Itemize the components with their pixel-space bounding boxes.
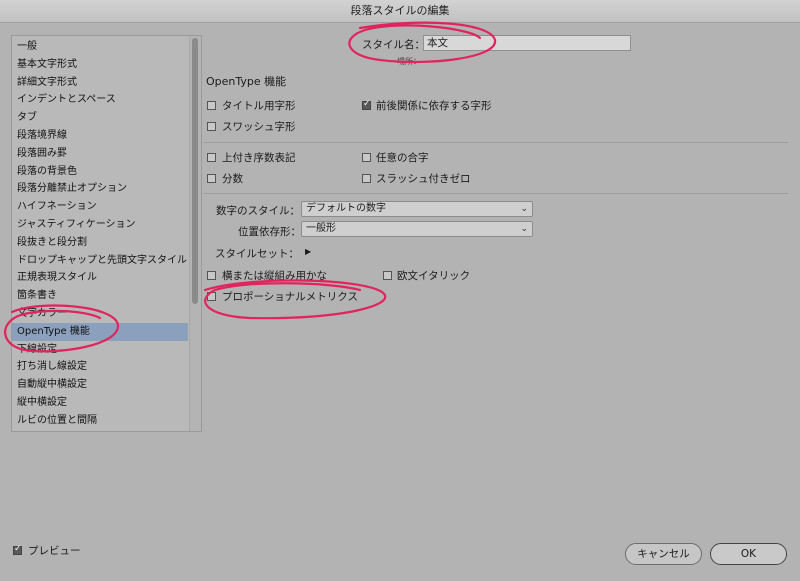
sidebar-item[interactable]: 段抜きと段分割 — [12, 234, 188, 252]
slashed-zero-checkbox[interactable] — [362, 174, 371, 183]
sidebar-item[interactable]: 打ち消し線設定 — [12, 358, 188, 376]
contextual-label: 前後関係に依存する字形 — [376, 100, 492, 112]
divider — [204, 193, 788, 194]
fractions-checkbox[interactable] — [207, 174, 216, 183]
sidebar-item[interactable]: 基本文字形式 — [12, 56, 188, 74]
sidebar-item[interactable]: 縦中横設定 — [12, 394, 188, 412]
ordinal-checkbox[interactable] — [207, 153, 216, 162]
proportional-metrics-label: プロポーショナルメトリクス — [222, 291, 358, 303]
positional-form-value: 一般形 — [306, 223, 336, 234]
titling-checkbox[interactable] — [207, 101, 216, 110]
style-name-field[interactable]: 本文 — [423, 35, 631, 51]
positional-form-select[interactable]: 一般形 ⌄ — [301, 221, 533, 237]
roman-italics-label: 欧文イタリック — [397, 270, 471, 282]
positional-form-label: 位置依存形： — [238, 226, 301, 238]
style-name-label: スタイル名： — [362, 39, 425, 51]
category-list[interactable]: 一般 基本文字形式 詳細文字形式 インデントとスペース タブ 段落境界線 段落囲み罫 段落の背… — [11, 35, 202, 432]
sidebar-scroll-thumb[interactable] — [192, 38, 198, 304]
sidebar-item[interactable]: ルビの位置と間隔 — [12, 412, 188, 430]
preview-checkbox[interactable] — [13, 544, 22, 555]
sidebar-item[interactable]: タブ — [12, 109, 188, 127]
sidebar-item[interactable]: OpenType 機能 — [12, 322, 188, 341]
preview-label: プレビュー — [28, 545, 81, 557]
sidebar-item[interactable]: 段落分離禁止オプション — [12, 180, 188, 198]
proportional-metrics-checkbox[interactable] — [207, 292, 216, 301]
sidebar-item[interactable]: インデントとスペース — [12, 91, 188, 109]
chevron-down-icon: ⌄ — [520, 224, 528, 234]
sidebar-scrollbar[interactable] — [189, 36, 201, 431]
sidebar-item[interactable]: 段落境界線 — [12, 127, 188, 145]
sidebar-item[interactable]: 正規表現スタイル — [12, 269, 188, 287]
ligature-checkbox[interactable] — [362, 153, 371, 162]
section-title: OpenType 機能 — [206, 75, 287, 88]
stylistic-sets-label: スタイルセット： — [215, 248, 299, 260]
roman-italics-checkbox[interactable] — [383, 271, 392, 280]
sidebar-item[interactable]: ドロップキャップと先頭文字スタイル — [12, 252, 188, 270]
chevron-down-icon: ⌄ — [520, 204, 528, 214]
figure-style-label: 数字のスタイル： — [216, 205, 300, 217]
disclosure-arrow-icon[interactable]: ▶ — [305, 247, 311, 256]
ok-button[interactable]: OK — [710, 543, 787, 565]
sidebar-item[interactable]: 詳細文字形式 — [12, 74, 188, 92]
sidebar-item[interactable]: ハイフネーション — [12, 198, 188, 216]
window-title: 段落スタイルの編集 — [0, 0, 800, 23]
sidebar-item[interactable]: 段落の背景色 — [12, 163, 188, 181]
swash-label: スワッシュ字形 — [222, 121, 296, 133]
vertical-kana-checkbox[interactable] — [207, 271, 216, 280]
ligature-label: 任意の合字 — [376, 152, 429, 164]
slashed-zero-label: スラッシュ付きゼロ — [376, 173, 471, 185]
ordinal-label: 上付き序数表記 — [222, 152, 296, 164]
vertical-kana-label: 横または縦組み用かな — [222, 270, 327, 282]
sidebar-item[interactable]: 文字カラー — [12, 305, 188, 323]
sidebar-item[interactable]: 下線設定 — [12, 341, 188, 359]
sidebar-item[interactable]: 一般 — [12, 38, 188, 56]
sidebar-item[interactable]: ジャスティフィケーション — [12, 216, 188, 234]
divider — [204, 142, 788, 143]
titling-label: タイトル用字形 — [222, 100, 296, 112]
figure-style-select[interactable]: デフォルトの数字 ⌄ — [301, 201, 533, 217]
swash-checkbox[interactable] — [207, 122, 216, 131]
cancel-button[interactable]: キャンセル — [625, 543, 702, 565]
contextual-checkbox[interactable] — [362, 99, 371, 110]
sidebar-item[interactable]: 自動縦中横設定 — [12, 376, 188, 394]
fractions-label: 分数 — [222, 173, 243, 185]
sidebar-item[interactable]: 段落囲み罫 — [12, 145, 188, 163]
sidebar-item[interactable]: 箇条書き — [12, 287, 188, 305]
location-label: 場所： — [397, 57, 421, 66]
figure-style-value: デフォルトの数字 — [306, 203, 386, 214]
